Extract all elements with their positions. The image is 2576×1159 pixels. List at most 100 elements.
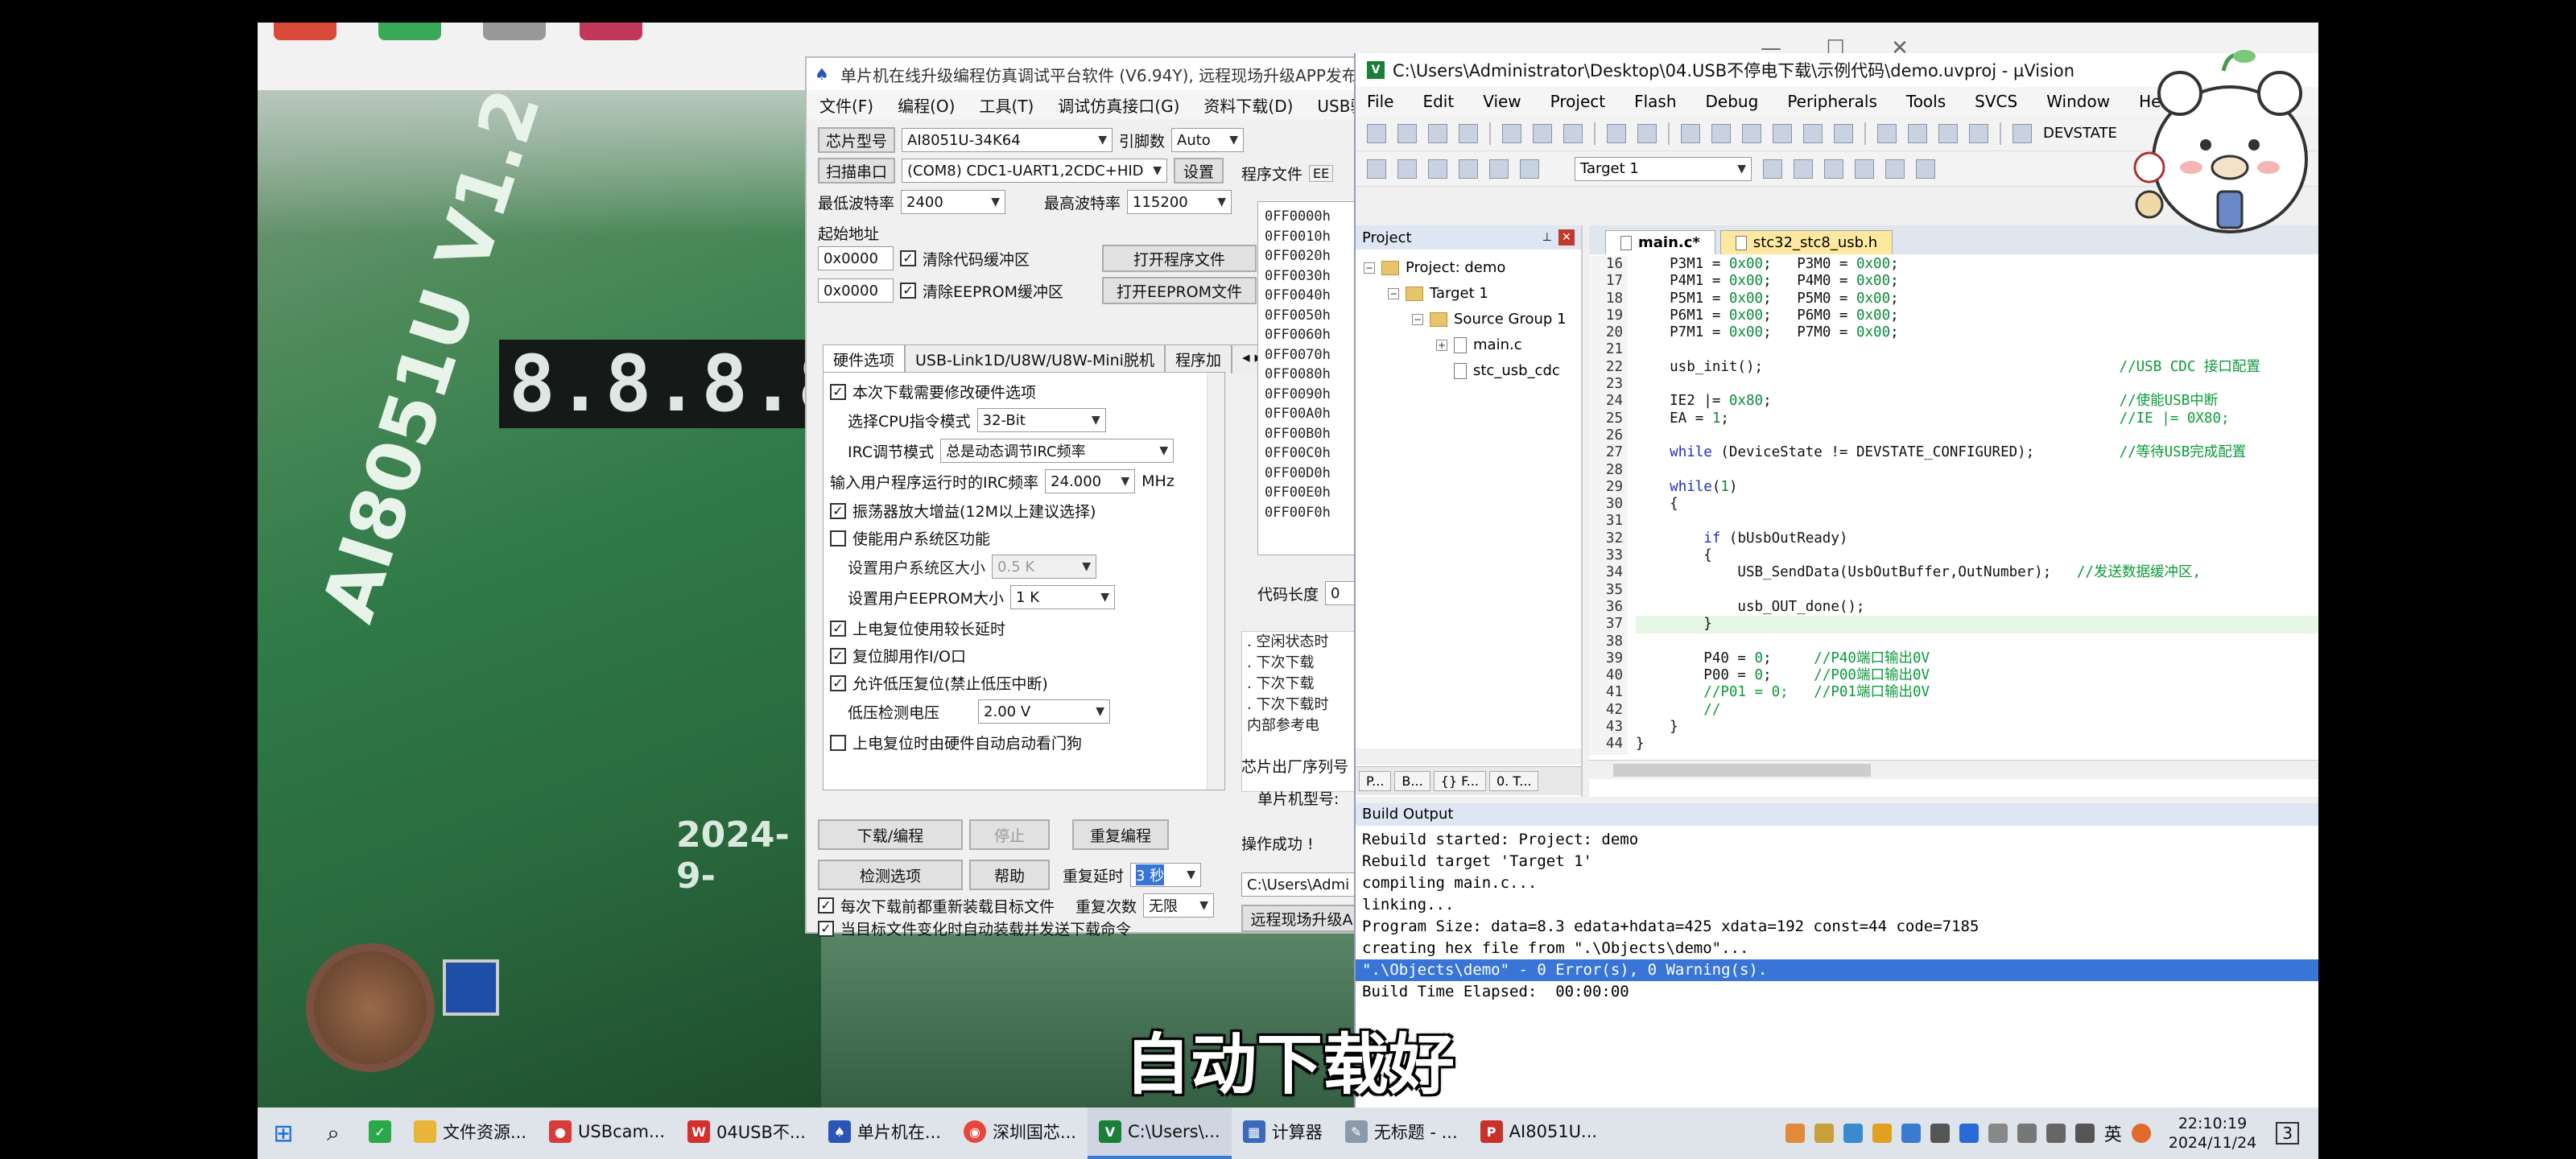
settings-button[interactable]: 设置 <box>1174 158 1224 184</box>
menu-peripherals[interactable]: Peripherals <box>1787 92 1877 111</box>
bookmark-icon[interactable] <box>1742 123 1761 143</box>
lvr-checkbox[interactable]: ✓ <box>830 674 846 691</box>
repeat-program-button[interactable]: 重复编程 <box>1072 819 1169 850</box>
battery-icon[interactable] <box>2074 1124 2095 1143</box>
auto-send-checkbox[interactable]: ✓ <box>818 920 834 937</box>
tray-app-icon[interactable] <box>1785 1124 1805 1143</box>
taskbar-isp[interactable]: ♠ 单片机在... <box>817 1107 952 1159</box>
code-line[interactable] <box>1636 513 2318 530</box>
build-line[interactable]: Rebuild started: Project: demo <box>1356 829 2318 851</box>
taskbar-wps[interactable]: W 04USB不... <box>676 1107 817 1159</box>
code-line[interactable]: P6M1 = 0x00; P6M0 = 0x00; <box>1636 307 2318 324</box>
taskbar-chrome[interactable]: ◉ 深圳国芯... <box>952 1107 1088 1159</box>
pin-icon[interactable]: ⊥ <box>1542 231 1552 244</box>
isp-menu-debug[interactable]: 调试仿真接口(G) <box>1058 93 1179 117</box>
check-options-button[interactable]: 检测选项 <box>818 860 963 890</box>
pack-installer-icon[interactable] <box>1855 159 1874 179</box>
code-line[interactable]: } <box>1636 719 2318 736</box>
code-line[interactable] <box>1636 462 2318 479</box>
build-line[interactable]: ".\Objects\demo" - 0 Error(s), 0 Warning… <box>1356 959 2318 981</box>
code-line[interactable]: P5M1 = 0x00; P5M0 = 0x00; <box>1636 291 2318 307</box>
uncomment-icon[interactable] <box>1969 123 1988 143</box>
user-sys-checkbox[interactable] <box>830 530 846 547</box>
manage-components-icon[interactable] <box>1794 159 1813 179</box>
taskbar-wechat[interactable]: ✓ <box>357 1107 402 1159</box>
tree-source-group[interactable]: Source Group 1 <box>1454 311 1567 328</box>
code-line[interactable]: if (bUsbOutReady) <box>1636 530 2318 547</box>
code-line[interactable]: { <box>1636 547 2318 564</box>
bookmark-clear-icon[interactable] <box>1834 123 1853 143</box>
menu-file[interactable]: File <box>1367 92 1393 111</box>
eeprom-size-select[interactable]: 1 K ▼ <box>1010 585 1116 609</box>
path-input[interactable]: C:\Users\Admi <box>1241 872 1362 897</box>
project-hscroll[interactable] <box>1356 749 1581 765</box>
isp-menu-file[interactable]: 文件(F) <box>819 93 873 117</box>
nav-forward-icon[interactable] <box>1711 123 1731 143</box>
bookmark-next-icon[interactable] <box>1803 123 1823 143</box>
target-select[interactable]: Target 1 ▼ <box>1575 156 1752 181</box>
code-line[interactable]: //P01 = 0; //P01端口输出0V <box>1636 684 2318 701</box>
devstate-search[interactable]: DEVSTATE <box>2043 125 2117 142</box>
undo-icon[interactable] <box>1607 123 1626 143</box>
menu-view[interactable]: View <box>1483 92 1521 111</box>
paste-icon[interactable] <box>1563 123 1583 143</box>
open-eeprom-button[interactable]: 打开EEPROM文件 <box>1102 277 1257 304</box>
stop-build-icon[interactable] <box>1489 159 1509 179</box>
download-program-button[interactable]: 下载/编程 <box>818 819 963 850</box>
code-area[interactable]: 16 17 18 19 20 21 22 23 24 25 26 27 28 29 30 31 32 33 34 35… <box>1589 256 2318 755</box>
tab-main-c[interactable]: main.c* <box>1605 230 1715 254</box>
tray-app-icon[interactable] <box>1814 1124 1834 1143</box>
build-line[interactable]: Build Time Elapsed: 00:00:00 <box>1356 981 2318 1003</box>
clock[interactable]: 22:10:19 2024/11/24 <box>2169 1114 2257 1153</box>
retry-count-select[interactable]: 无限 ▼ <box>1143 893 1215 918</box>
tab-templates[interactable]: 0. T... <box>1489 771 1539 791</box>
isp-menu-program[interactable]: 编程(O) <box>898 93 955 117</box>
irc-freq-select[interactable]: 24.000 ▼ <box>1045 469 1136 493</box>
code-line[interactable]: usb_init(); //USB CDC 接口配置 <box>1636 359 2318 376</box>
help-button[interactable]: 帮助 <box>969 860 1050 890</box>
new-file-icon[interactable] <box>1367 123 1386 143</box>
clear-eeprom-checkbox[interactable]: ✓ <box>900 283 916 299</box>
modify-hw-checkbox[interactable]: ✓ <box>830 383 846 400</box>
min-baud-select[interactable]: 2400 ▼ <box>901 190 1006 214</box>
long-delay-checkbox[interactable]: ✓ <box>830 620 846 637</box>
save-all-icon[interactable] <box>1459 123 1478 143</box>
build-line[interactable]: Rebuild target 'Target 1' <box>1356 851 2318 872</box>
code-line[interactable]: } <box>1636 616 2318 633</box>
rebuild-icon[interactable] <box>1428 159 1447 179</box>
code-line[interactable] <box>1636 376 2318 393</box>
code-line[interactable]: P7M1 = 0x00; P7M0 = 0x00; <box>1636 324 2318 341</box>
pin-count-select[interactable]: Auto ▼ <box>1171 128 1245 152</box>
windows-start-icon[interactable]: ⊞ <box>258 1107 309 1159</box>
tab-hardware[interactable]: 硬件选项 <box>823 344 906 373</box>
unindent-icon[interactable] <box>1908 123 1927 143</box>
code-address-input[interactable]: 0x0000 <box>818 246 894 270</box>
code-line[interactable]: EA = 1; //IE |= 0X80; <box>1636 410 2318 427</box>
open-file-icon[interactable] <box>1397 123 1417 143</box>
build-icon[interactable] <box>1397 159 1417 179</box>
code-lines[interactable]: P3M1 = 0x00; P3M0 = 0x00; P4M1 = 0x00; P… <box>1636 256 2318 755</box>
code-line[interactable]: P00 = 0; //P00端口输出0V <box>1636 667 2318 684</box>
copy-icon[interactable] <box>1533 123 1552 143</box>
menu-svcs[interactable]: SVCS <box>1975 92 2017 111</box>
code-line[interactable]: IE2 |= 0x80; //使能USB中断 <box>1636 393 2318 410</box>
notification-icon[interactable]: 3 <box>2276 1122 2299 1145</box>
volume-icon[interactable] <box>2046 1124 2066 1143</box>
expand-icon[interactable]: + <box>1436 339 1447 351</box>
build-line[interactable]: compiling main.c... <box>1356 872 2318 894</box>
code-line[interactable]: } <box>1636 736 2318 753</box>
code-line[interactable]: while (DeviceState != DEVSTATE_CONFIGURE… <box>1636 444 2318 461</box>
open-program-button[interactable]: 打开程序文件 <box>1102 245 1257 272</box>
scan-port-button[interactable]: 扫描串口 <box>818 158 895 184</box>
tree-target[interactable]: Target 1 <box>1430 285 1488 302</box>
tab-books[interactable]: B... <box>1394 771 1430 791</box>
code-line[interactable]: P4M1 = 0x00; P4M0 = 0x00; <box>1636 273 2318 290</box>
code-line[interactable] <box>1636 427 2318 444</box>
collapse-icon[interactable]: − <box>1388 287 1399 299</box>
code-line[interactable] <box>1636 341 2318 358</box>
build-line[interactable]: creating hex file from ".\Objects\demo".… <box>1356 938 2318 959</box>
lv-select[interactable]: 2.00 V ▼ <box>978 699 1111 724</box>
osc-gain-checkbox[interactable]: ✓ <box>830 502 846 519</box>
tree-stc-usb-cdc[interactable]: stc_usb_cdc <box>1473 362 1560 379</box>
taskbar-uvision[interactable]: V C:\Users\... <box>1087 1107 1232 1159</box>
